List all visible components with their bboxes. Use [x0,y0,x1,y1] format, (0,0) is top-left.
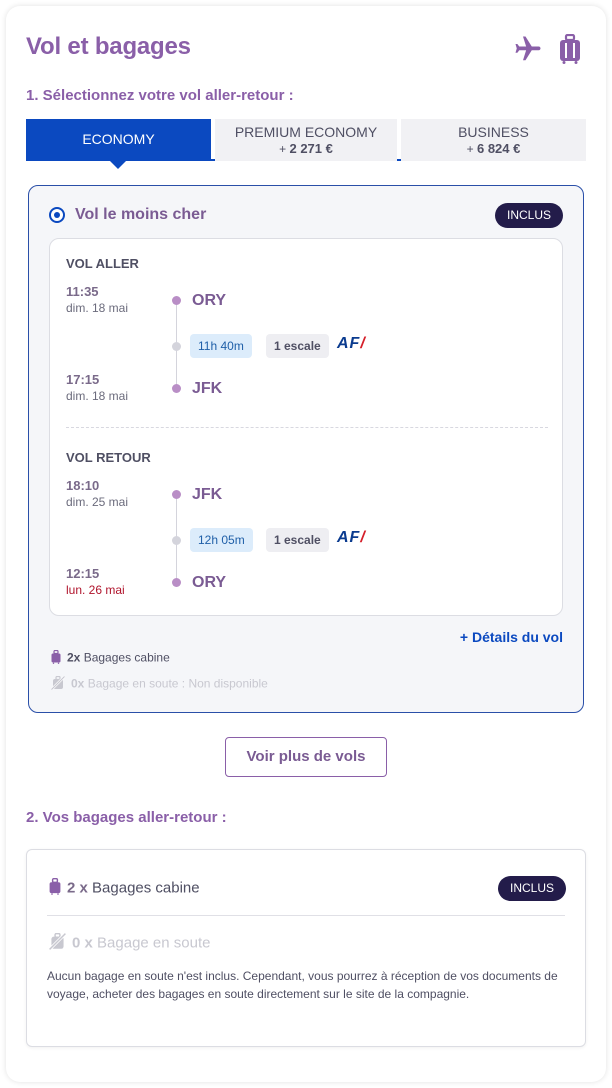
tab-economy-label: ECONOMY [82,131,155,147]
cabin-bags-row: 2 x Bagages cabine [49,877,200,899]
airplane-icon [512,34,544,69]
outbound-duration: 11h 40m [190,334,252,358]
timeline-dot [172,490,181,499]
hold-bag-unavailable-icon [50,675,66,693]
leg-divider [66,427,548,428]
page-title: Vol et bagages [26,33,191,60]
outbound-arr-date: dim. 18 mai [66,389,129,403]
cabin-class-tabs: ECONOMY PREMIUM ECONOMY + 2 271 € BUSINE… [26,119,586,161]
inbound-arr-time: 12:15 [66,566,100,581]
section-title-flight: 1. Sélectionnez votre vol aller-retour : [26,87,294,104]
tab-economy[interactable]: ECONOMY [26,119,211,161]
air-france-slash-mark: / [360,335,366,352]
offer-cabin-bags: 2x Bagages cabine [51,649,170,667]
inbound-arr-airport: ORY [192,574,227,591]
tab-premium-economy-price: + 2 271 € [279,141,333,156]
inbound-label: VOL RETOUR [66,450,151,465]
active-tab-indicator [110,161,126,169]
baggage-note: Aucun bagage en soute n'est inclus. Cepe… [47,969,558,1001]
flight-itinerary: VOL ALLER 11:35 dim. 18 mai ORY 11h 40m … [49,238,563,616]
outbound-dep-date: dim. 18 mai [66,301,129,315]
hold-bag-unavailable-icon [48,932,67,954]
outbound-dep-airport: ORY [192,292,227,309]
inbound-duration: 12h 05m [190,528,253,552]
flight-details-link[interactable]: + Détails du vol [460,629,563,645]
luggage-icon [558,33,582,69]
timeline-dot [172,384,181,393]
section-title-baggage: 2. Vos bagages aller-retour : [26,809,227,826]
outbound-arr-airport: JFK [192,380,223,397]
inbound-arr-date: lun. 26 mai [66,583,125,597]
air-france-logo: AF/ [337,529,366,546]
inbound-stops: 1 escale [266,528,329,552]
more-flights-button[interactable]: Voir plus de vols [225,737,387,777]
cheapest-flight-offer[interactable]: Vol le moins cher INCLUS VOL ALLER 11:35… [28,185,584,713]
timeline-dot-stop [172,536,181,545]
inbound-dep-time: 18:10 [66,478,100,493]
outbound-arr-time: 17:15 [66,372,100,387]
hold-bags-row: 0 x Bagage en soute [48,932,210,954]
offer-title: Vol le moins cher [75,206,207,223]
offer-radio[interactable] [49,207,65,223]
tab-premium-economy-label: PREMIUM ECONOMY [234,124,378,140]
baggage-divider [47,915,565,916]
inbound-dep-date: dim. 25 mai [66,495,129,509]
air-france-logo: AF/ [337,335,366,352]
baggage-summary-card: 2 x Bagages cabine INCLUS 0 x Bagage en … [26,849,586,1047]
timeline-dot [172,296,181,305]
inbound-dep-airport: JFK [192,486,223,503]
outbound-stops: 1 escale [266,334,329,358]
outbound-dep-time: 11:35 [66,284,99,299]
outbound-label: VOL ALLER [66,256,139,271]
offer-hold-bags: 0x Bagage en soute : Non disponible [50,675,268,693]
included-badge: INCLUS [495,203,564,228]
timeline-dot-stop [172,342,181,351]
cabin-included-badge: INCLUS [498,876,567,901]
timeline-dot [172,578,181,587]
tab-business-price: + 6 824 € [466,141,521,156]
air-france-slash-mark: / [360,529,366,546]
tab-business-label: BUSINESS [458,124,529,140]
cabin-bag-icon [51,649,61,667]
tab-premium-economy[interactable]: PREMIUM ECONOMY + 2 271 € [215,119,397,161]
cabin-bag-icon [49,877,61,899]
tab-business[interactable]: BUSINESS + 6 824 € [401,119,586,161]
